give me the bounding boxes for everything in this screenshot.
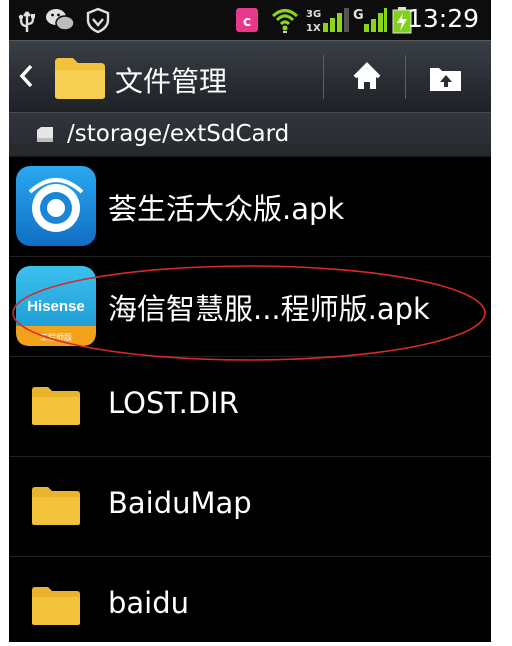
file-name: baidu	[108, 586, 190, 620]
back-arrow-icon[interactable]	[19, 63, 33, 89]
3g-signal-icon: 3G 1X	[306, 8, 349, 34]
page-title: 文件管理	[115, 65, 228, 98]
g-signal-icon: G	[353, 8, 387, 32]
folder-icon	[32, 387, 80, 425]
wifi-icon	[271, 9, 299, 33]
file-list: 荟生活大众版.apk Hisense 工程师版 海信智慧服...程师版.apk	[9, 157, 491, 642]
folder-icon	[32, 587, 80, 625]
file-name: 荟生活大众版.apk	[108, 192, 345, 226]
list-item[interactable]: baidu	[9, 557, 491, 642]
action-bar: 文件管理	[9, 40, 491, 112]
file-name: LOST.DIR	[108, 386, 239, 420]
folder-icon	[32, 487, 80, 525]
svg-text:c: c	[243, 14, 251, 30]
list-item[interactable]: LOST.DIR	[9, 357, 491, 457]
highlight-ellipse-annotation	[12, 265, 486, 361]
file-name: BaiduMap	[108, 486, 252, 520]
network-g-label: G	[353, 8, 364, 23]
up-folder-icon[interactable]	[417, 55, 473, 99]
list-item[interactable]: BaiduMap	[9, 457, 491, 557]
status-bar: c 3G 1X G 13:29	[9, 0, 491, 40]
divider	[405, 55, 406, 99]
wechat-icon	[46, 9, 75, 31]
usb-icon	[18, 11, 35, 32]
divider	[323, 55, 324, 99]
app-notification-icon: c	[236, 8, 258, 32]
shield-icon	[86, 7, 110, 34]
sd-card-icon	[37, 127, 53, 142]
list-item[interactable]: 荟生活大众版.apk	[9, 157, 491, 257]
network-3g-label: 3G	[306, 9, 321, 20]
status-clock: 13:29	[406, 4, 479, 33]
huishenghuo-app-icon	[16, 166, 96, 246]
path-bar: /storage/extSdCard	[9, 112, 491, 157]
current-path: /storage/extSdCard	[67, 121, 290, 147]
svg-text:1X: 1X	[306, 23, 321, 34]
home-icon[interactable]	[339, 55, 395, 99]
phone-screen: c 3G 1X G 13:29 文件管理 /storage/extSdCard …	[9, 0, 491, 642]
app-folder-icon	[55, 58, 105, 99]
